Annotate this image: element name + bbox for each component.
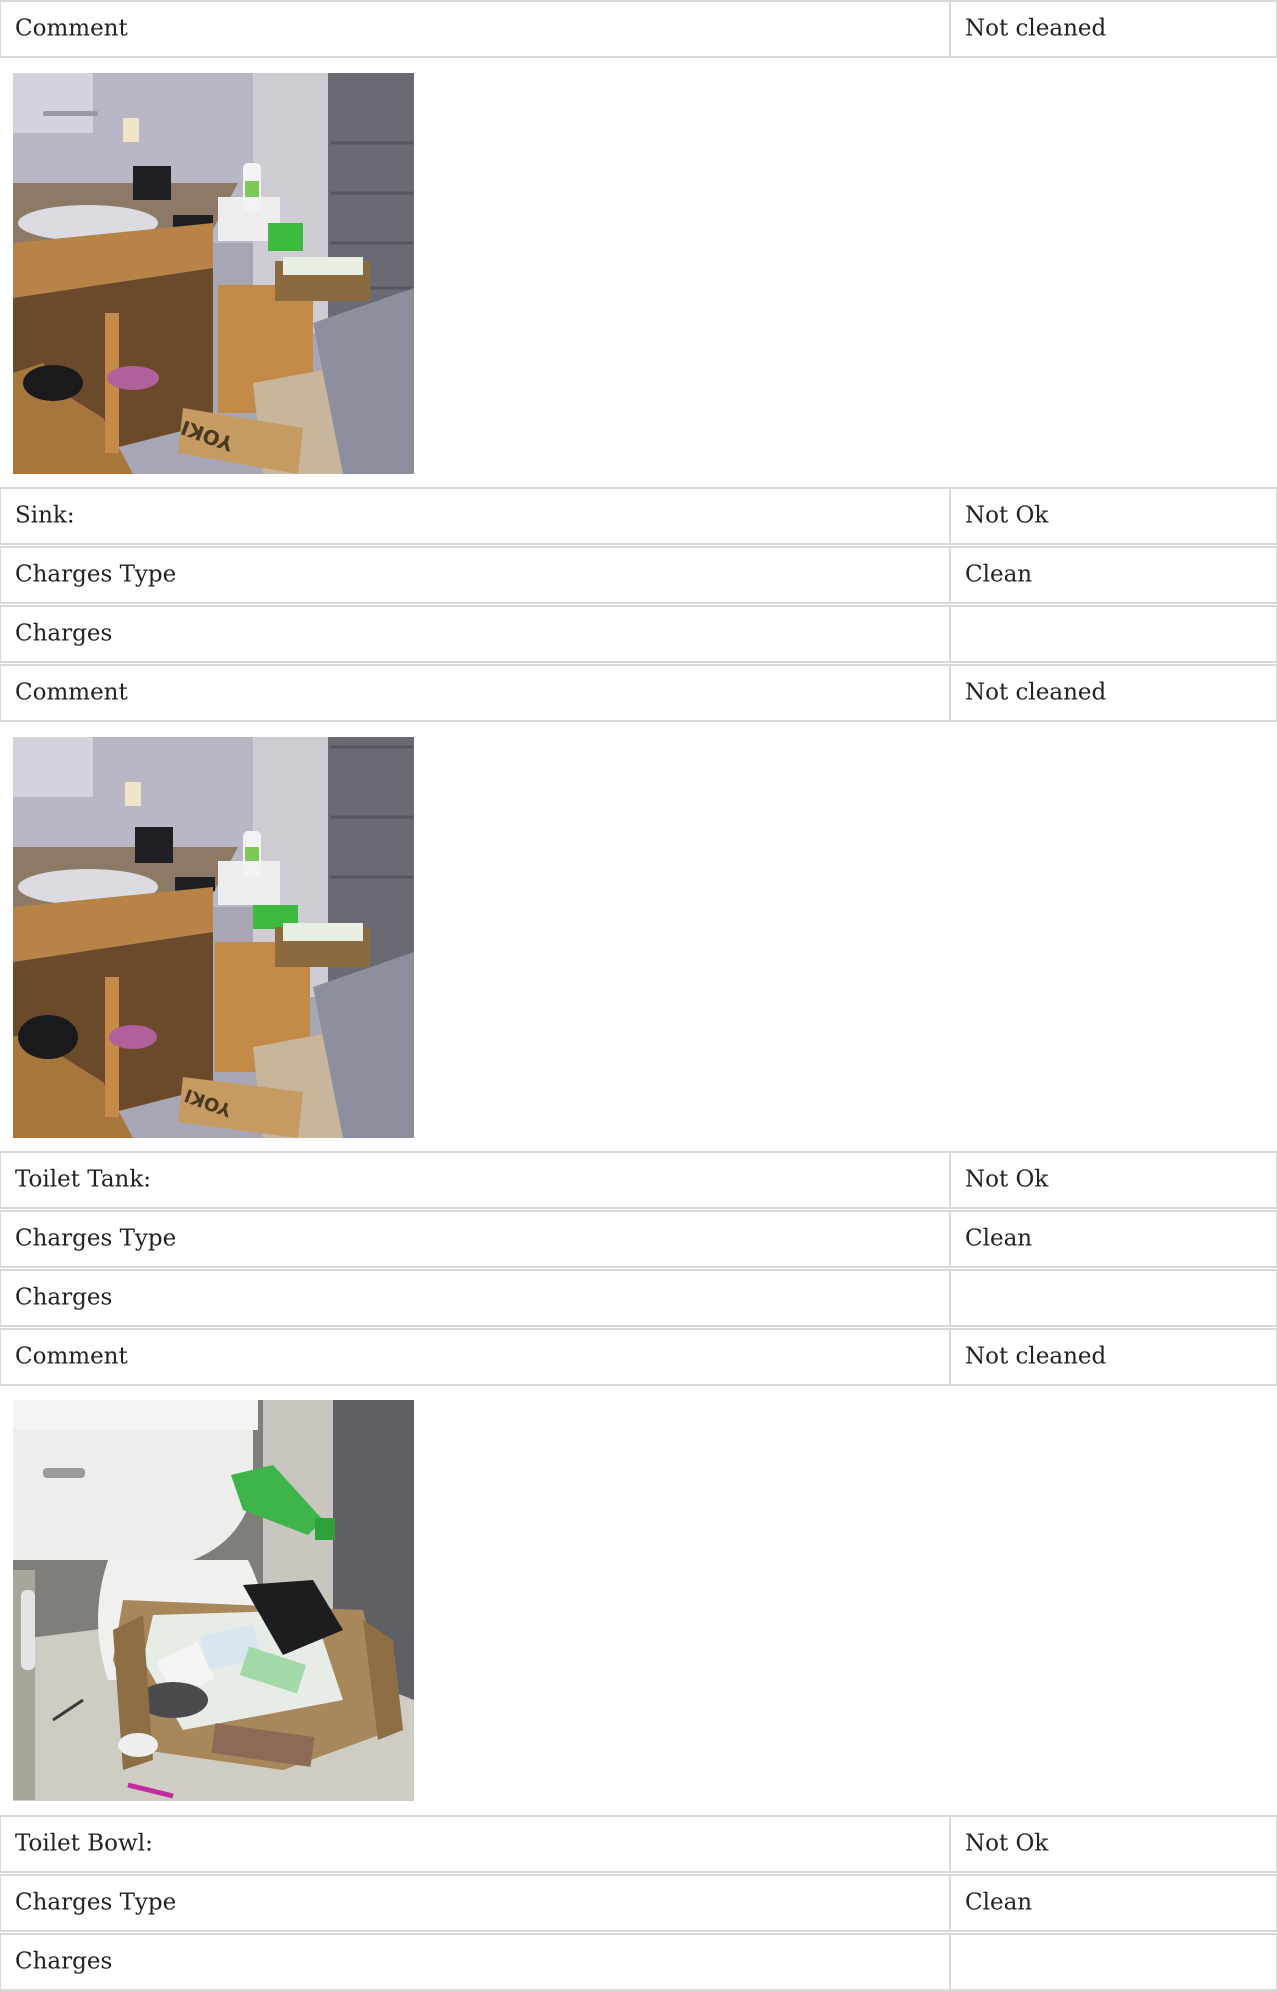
row-value-cell: Clean	[951, 1876, 1277, 1930]
table-row-toilet-tank: Toilet Tank: Not Ok	[0, 1151, 1277, 1209]
row-value: Not cleaned	[965, 15, 1107, 42]
row-value: Not cleaned	[965, 679, 1107, 706]
inspection-photo-vanity[interactable]: YOKI	[13, 73, 414, 474]
table-row-comment: Comment Not cleaned	[0, 664, 1277, 722]
row-label-cell: Comment	[0, 1330, 951, 1384]
row-value-cell	[951, 1935, 1277, 1989]
inspection-photo-sink[interactable]: YOKI	[13, 737, 414, 1138]
row-label: Sink:	[15, 502, 75, 529]
row-label-cell: Comment	[0, 666, 951, 720]
row-label: Charges	[15, 620, 113, 647]
table-row-toilet-bowl: Toilet Bowl: Not Ok	[0, 1815, 1277, 1873]
row-value-cell: Not cleaned	[951, 666, 1277, 720]
table-row-charges-type: Charges Type Clean	[0, 1874, 1277, 1932]
row-label: Charges Type	[15, 561, 177, 588]
row-value-cell: Not Ok	[951, 1153, 1277, 1207]
table-row-charges-type: Charges Type Clean	[0, 546, 1277, 604]
row-label: Charges	[15, 1284, 113, 1311]
row-label: Comment	[15, 15, 128, 42]
row-value-cell	[951, 607, 1277, 661]
row-label: Charges Type	[15, 1889, 177, 1916]
row-label-cell: Toilet Tank:	[0, 1153, 951, 1207]
row-label-cell: Charges	[0, 607, 951, 661]
row-label: Toilet Tank:	[15, 1166, 152, 1193]
row-label-cell: Sink:	[0, 489, 951, 543]
table-row-charges: Charges	[0, 605, 1277, 663]
table-row-charges: Charges	[0, 1269, 1277, 1327]
row-label-cell: Charges	[0, 1935, 951, 1989]
inspection-photo-toilet-tank[interactable]	[13, 1400, 414, 1801]
table-row-charges: Charges	[0, 1933, 1277, 1991]
row-value-cell: Not Ok	[951, 1817, 1277, 1871]
table-row-charges-type: Charges Type Clean	[0, 1210, 1277, 1268]
row-label-cell: Charges	[0, 1271, 951, 1325]
row-value-cell: Not cleaned	[951, 1330, 1277, 1384]
row-label-cell: Charges Type	[0, 1876, 951, 1930]
row-value: Not Ok	[965, 1830, 1049, 1857]
row-label: Comment	[15, 1343, 128, 1370]
row-value-cell: Not Ok	[951, 489, 1277, 543]
row-value: Not cleaned	[965, 1343, 1107, 1370]
row-value: Clean	[965, 1889, 1033, 1916]
row-label: Charges	[15, 1948, 113, 1975]
table-row-sink: Sink: Not Ok	[0, 487, 1277, 545]
row-value: Not Ok	[965, 502, 1049, 529]
row-label: Charges Type	[15, 1225, 177, 1252]
row-label-cell: Charges Type	[0, 548, 951, 602]
row-value-cell: Clean	[951, 548, 1277, 602]
row-value: Clean	[965, 561, 1033, 588]
row-label: Toilet Bowl:	[15, 1830, 153, 1857]
row-value-cell: Not cleaned	[951, 2, 1277, 56]
row-label-cell: Comment	[0, 2, 951, 56]
table-row-comment: Comment Not cleaned	[0, 0, 1277, 58]
row-label: Comment	[15, 679, 128, 706]
row-label-cell: Toilet Bowl:	[0, 1817, 951, 1871]
row-value-cell	[951, 1271, 1277, 1325]
row-value: Clean	[965, 1225, 1033, 1252]
row-label-cell: Charges Type	[0, 1212, 951, 1266]
row-value: Not Ok	[965, 1166, 1049, 1193]
row-value-cell: Clean	[951, 1212, 1277, 1266]
table-row-comment: Comment Not cleaned	[0, 1328, 1277, 1386]
